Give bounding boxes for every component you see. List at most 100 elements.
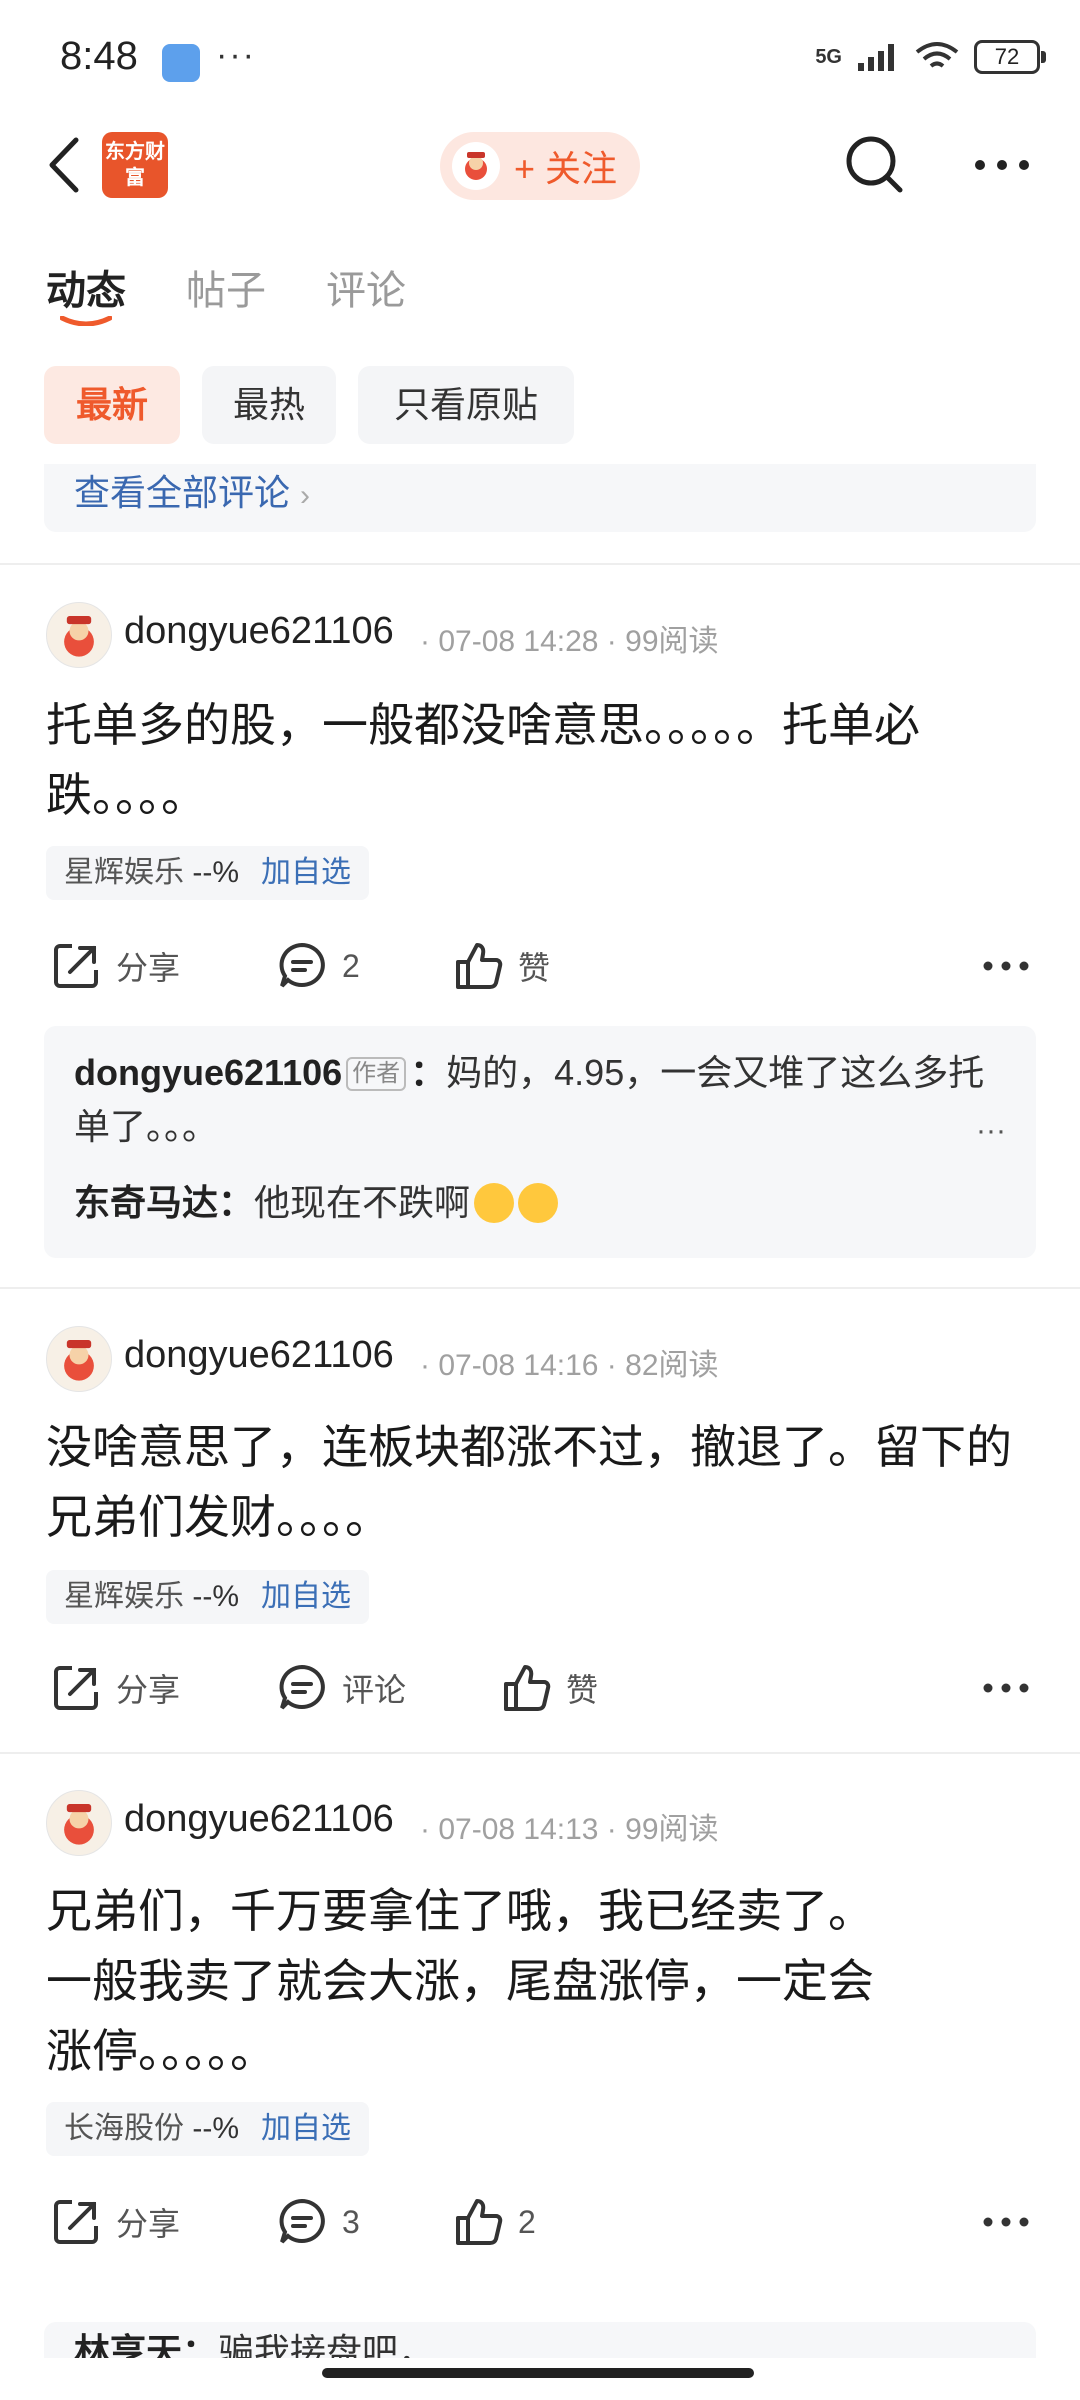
reply-text: 骗我接盘吧， xyxy=(218,2331,435,2358)
stock-tag[interactable]: 长海股份 --% 加自选 xyxy=(46,2102,369,2156)
comment-icon xyxy=(279,2198,325,2244)
app-logo: 东方财富 xyxy=(102,132,168,198)
reply-author[interactable]: 东奇马达 xyxy=(74,1182,218,1223)
comment-button[interactable]: 3 xyxy=(276,2196,360,2248)
share-button[interactable]: 分享 xyxy=(50,1662,180,1714)
comment-button[interactable]: 评论 xyxy=(276,1662,406,1714)
post-content[interactable]: 托单多的股，一般都没啥意思。。。。。托单必跌。。。。 xyxy=(46,690,1036,830)
reply-preview-box[interactable]: dongyue621106 作者 ：妈的，4.95，一会又堆了这么多托单了。。。 ·… xyxy=(44,1026,1036,1258)
follow-button[interactable]: + 关注 xyxy=(440,132,640,200)
filter-latest[interactable]: 最新 xyxy=(44,366,180,444)
divider xyxy=(0,1287,1080,1289)
back-button[interactable] xyxy=(40,130,90,200)
comment-icon xyxy=(279,942,325,988)
author-avatar[interactable] xyxy=(46,1326,112,1392)
post-time: 07-08 14:28 xyxy=(438,625,599,658)
post-meta: · 07-08 14:16 · 82阅读 xyxy=(420,1349,719,1382)
post-meta: · 07-08 14:28 · 99阅读 xyxy=(420,625,719,658)
comment-icon xyxy=(279,1664,325,1710)
reply-item: 林亨天：骗我接盘吧， xyxy=(74,2330,1014,2358)
tab-pinglun[interactable]: 评论 xyxy=(326,258,406,316)
more-dots-icon xyxy=(983,961,1029,971)
status-time: 8:48 xyxy=(60,34,138,78)
stock-name: 长海股份 --% xyxy=(64,2112,239,2145)
tab-dongtai[interactable]: 动态 xyxy=(46,258,126,316)
author-badge: 作者 xyxy=(346,1057,407,1091)
stock-name: 星辉娱乐 --% xyxy=(64,856,239,889)
tab-tiezi[interactable]: 帖子 xyxy=(186,258,266,316)
like-count: 2 xyxy=(518,2203,536,2240)
author-name[interactable]: dongyue621106 xyxy=(124,1334,394,1377)
filter-original-only[interactable]: 只看原贴 xyxy=(358,366,574,444)
post-more-button[interactable] xyxy=(976,946,1036,986)
reply-expand-icon[interactable]: ··· xyxy=(976,1114,1006,1148)
add-to-watchlist[interactable]: 加自选 xyxy=(261,846,351,900)
like-button[interactable]: 2 xyxy=(452,2196,536,2248)
like-label: 赞 xyxy=(566,1672,599,1708)
reply-author[interactable]: 林亨天 xyxy=(74,2331,182,2358)
more-dots-icon xyxy=(983,2217,1029,2227)
comment-count: 2 xyxy=(342,947,360,984)
thumbs-up-icon xyxy=(456,943,503,989)
post-content[interactable]: 没啥意思了，连板块都涨不过，撤退了。留下的兄弟们发财。。。。 xyxy=(46,1412,1036,1552)
like-button[interactable]: 赞 xyxy=(500,1662,598,1714)
like-label: 赞 xyxy=(518,950,551,986)
caishen-avatar-icon xyxy=(64,616,94,657)
caishen-avatar-icon xyxy=(64,1340,94,1381)
reply-preview-box[interactable]: 林亨天：骗我接盘吧， xyxy=(44,2322,1036,2358)
more-options-button[interactable] xyxy=(972,130,1032,200)
more-notifications-icon: ··· xyxy=(216,36,256,74)
stock-name: 星辉娱乐 --% xyxy=(64,1580,239,1613)
comment-button[interactable]: 2 xyxy=(276,940,360,992)
view-all-comments-link[interactable]: 查看全部评论 › xyxy=(44,464,1036,532)
search-icon xyxy=(846,136,903,193)
post-more-button[interactable] xyxy=(976,1668,1036,1708)
comment-label: 评论 xyxy=(342,1672,407,1708)
caishen-avatar-icon xyxy=(64,1804,94,1845)
add-to-watchlist[interactable]: 加自选 xyxy=(261,2102,351,2156)
view-all-comments-label: 查看全部评论 › xyxy=(74,472,311,513)
follow-label: + 关注 xyxy=(514,148,618,189)
home-indicator[interactable] xyxy=(322,2368,754,2378)
post-content[interactable]: 兄弟们，千万要拿住了哦，我已经卖了。一般我卖了就会大涨，尾盘涨停，一定会涨停。。… xyxy=(46,1876,886,2086)
share-label: 分享 xyxy=(116,950,181,986)
post-reads: 99阅读 xyxy=(625,625,719,658)
reply-item: dongyue621106 作者 ：妈的，4.95，一会又堆了这么多托单了。。。 xyxy=(74,1052,985,1147)
author-name[interactable]: dongyue621106 xyxy=(124,1798,394,1841)
post-time: 07-08 14:16 xyxy=(438,1349,599,1382)
stock-tag[interactable]: 星辉娱乐 --% 加自选 xyxy=(46,846,369,900)
search-button[interactable] xyxy=(842,132,908,198)
signal-icon xyxy=(858,44,894,71)
share-button[interactable]: 分享 xyxy=(50,2196,180,2248)
add-to-watchlist[interactable]: 加自选 xyxy=(261,1570,351,1624)
wifi-icon xyxy=(915,42,959,68)
share-button[interactable]: 分享 xyxy=(50,940,180,992)
post-meta: · 07-08 14:13 · 99阅读 xyxy=(420,1813,719,1846)
stock-tag[interactable]: 星辉娱乐 --% 加自选 xyxy=(46,1570,369,1624)
share-label: 分享 xyxy=(116,2206,181,2242)
laughing-crying-emoji-icon xyxy=(474,1183,515,1223)
network-label: 5G xyxy=(815,45,842,68)
reply-text: 他现在不跌啊 xyxy=(254,1182,471,1223)
thumbs-up-icon xyxy=(504,1665,551,1711)
user-avatar xyxy=(452,142,500,190)
reply-item: 东奇马达：他现在不跌啊 xyxy=(74,1176,1014,1230)
share-icon xyxy=(54,1666,98,1710)
status-indicators: 5G 72 xyxy=(815,40,1046,74)
reply-author[interactable]: dongyue621106 xyxy=(74,1052,342,1093)
more-dots-icon xyxy=(975,160,1029,170)
author-avatar[interactable] xyxy=(46,602,112,668)
share-icon xyxy=(54,2200,98,2244)
divider xyxy=(0,563,1080,565)
calendar-notification-icon xyxy=(162,44,200,82)
author-name[interactable]: dongyue621106 xyxy=(124,610,394,653)
more-dots-icon xyxy=(983,1683,1029,1693)
comment-count: 3 xyxy=(342,2203,360,2240)
post-more-button[interactable] xyxy=(976,2202,1036,2242)
battery-indicator: 72 xyxy=(974,40,1046,74)
author-avatar[interactable] xyxy=(46,1790,112,1856)
filter-hottest[interactable]: 最热 xyxy=(202,366,336,444)
share-label: 分享 xyxy=(116,1672,181,1708)
post-time: 07-08 14:13 xyxy=(438,1813,599,1846)
like-button[interactable]: 赞 xyxy=(452,940,550,992)
